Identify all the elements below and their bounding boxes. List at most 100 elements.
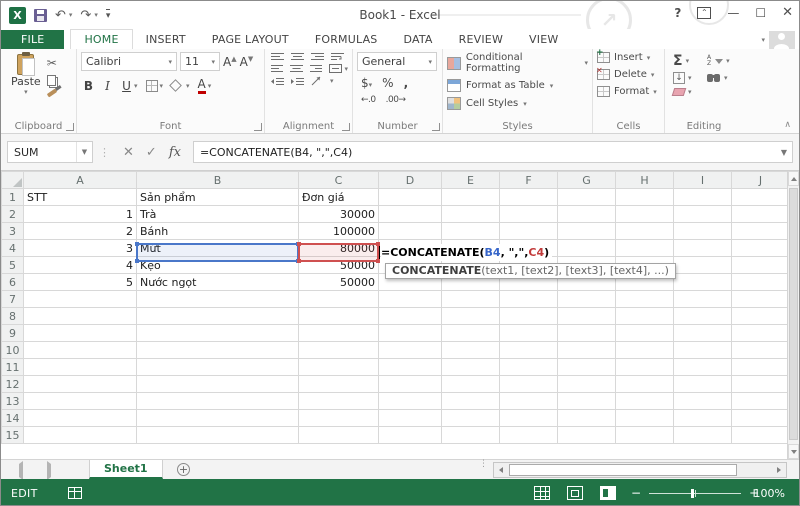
cell-F10[interactable] bbox=[500, 342, 558, 359]
orientation-icon[interactable] bbox=[311, 76, 323, 86]
increase-indent-icon[interactable] bbox=[291, 77, 304, 86]
tab-home[interactable]: HOME bbox=[70, 29, 132, 49]
cell-D11[interactable] bbox=[379, 359, 442, 376]
cell-I11[interactable] bbox=[674, 359, 732, 376]
cell-B12[interactable] bbox=[137, 376, 299, 393]
find-select-button[interactable]: ▾ bbox=[707, 72, 735, 84]
row-header-12[interactable]: 12 bbox=[2, 376, 24, 393]
cell-G10[interactable] bbox=[558, 342, 616, 359]
fill-color-icon[interactable] bbox=[169, 79, 182, 92]
scroll-left-icon[interactable] bbox=[494, 463, 508, 477]
tab-file[interactable]: FILE bbox=[1, 30, 64, 49]
cell-G15[interactable] bbox=[558, 427, 616, 444]
cell-G8[interactable] bbox=[558, 308, 616, 325]
increase-decimal-icon[interactable]: ←.0 bbox=[361, 95, 376, 105]
cell-F13[interactable] bbox=[500, 393, 558, 410]
tab-page-layout[interactable]: PAGE LAYOUT bbox=[199, 30, 302, 49]
cancel-icon[interactable]: ✕ bbox=[123, 145, 134, 160]
cell-I14[interactable] bbox=[674, 410, 732, 427]
column-header-F[interactable]: F bbox=[500, 172, 558, 189]
sign-in-dropdown-icon[interactable]: ▾ bbox=[761, 36, 765, 44]
align-top-icon[interactable] bbox=[271, 52, 284, 61]
normal-view-icon[interactable] bbox=[534, 486, 550, 500]
row-header-15[interactable]: 15 bbox=[2, 427, 24, 444]
cell-G1[interactable] bbox=[558, 189, 616, 206]
cell-G7[interactable] bbox=[558, 291, 616, 308]
cell-A12[interactable] bbox=[24, 376, 137, 393]
cell-E1[interactable] bbox=[442, 189, 500, 206]
cell-J13[interactable] bbox=[732, 393, 790, 410]
align-middle-icon[interactable] bbox=[291, 52, 304, 61]
cell-A5[interactable]: 4 bbox=[24, 257, 137, 274]
save-icon[interactable] bbox=[34, 9, 47, 22]
cell-B14[interactable] bbox=[137, 410, 299, 427]
cell-C15[interactable] bbox=[299, 427, 379, 444]
cell-B5[interactable]: Kẹo bbox=[137, 257, 299, 274]
cell-E3[interactable] bbox=[442, 223, 500, 240]
cell-I9[interactable] bbox=[674, 325, 732, 342]
underline-button[interactable]: U bbox=[121, 79, 132, 93]
user-avatar[interactable] bbox=[769, 31, 795, 49]
row-header-3[interactable]: 3 bbox=[2, 223, 24, 240]
row-header-1[interactable]: 1 bbox=[2, 189, 24, 206]
paste-button[interactable]: Paste ▾ bbox=[5, 52, 47, 98]
select-all-corner[interactable] bbox=[2, 172, 24, 189]
column-header-D[interactable]: D bbox=[379, 172, 442, 189]
cell-E15[interactable] bbox=[442, 427, 500, 444]
cell-I5[interactable] bbox=[674, 257, 732, 274]
cell-A14[interactable] bbox=[24, 410, 137, 427]
cell-F14[interactable] bbox=[500, 410, 558, 427]
cell-H11[interactable] bbox=[616, 359, 674, 376]
cell-E7[interactable] bbox=[442, 291, 500, 308]
comma-format-icon[interactable]: , bbox=[404, 76, 409, 90]
decrease-decimal-icon[interactable]: .00→ bbox=[386, 95, 406, 105]
cell-A8[interactable] bbox=[24, 308, 137, 325]
row-header-13[interactable]: 13 bbox=[2, 393, 24, 410]
row-header-7[interactable]: 7 bbox=[2, 291, 24, 308]
cell-B13[interactable] bbox=[137, 393, 299, 410]
row-header-2[interactable]: 2 bbox=[2, 206, 24, 223]
cell-I10[interactable] bbox=[674, 342, 732, 359]
autosum-button[interactable]: Σ▾ bbox=[673, 54, 697, 68]
cell-J14[interactable] bbox=[732, 410, 790, 427]
row-header-10[interactable]: 10 bbox=[2, 342, 24, 359]
zoom-out-icon[interactable]: − bbox=[631, 487, 641, 499]
row-header-4[interactable]: 4 bbox=[2, 240, 24, 257]
delete-cells-button[interactable]: Delete▾ bbox=[597, 69, 660, 80]
cell-G9[interactable] bbox=[558, 325, 616, 342]
excel-logo-icon[interactable]: X bbox=[9, 7, 26, 24]
row-header-14[interactable]: 14 bbox=[2, 410, 24, 427]
cell-J1[interactable] bbox=[732, 189, 790, 206]
merge-dropdown-icon[interactable]: ▾ bbox=[345, 65, 349, 73]
clear-button[interactable]: ▾ bbox=[673, 88, 697, 96]
row-header-5[interactable]: 5 bbox=[2, 257, 24, 274]
cell-H13[interactable] bbox=[616, 393, 674, 410]
cell-J10[interactable] bbox=[732, 342, 790, 359]
macro-record-icon[interactable] bbox=[68, 487, 82, 499]
cell-D10[interactable] bbox=[379, 342, 442, 359]
cell-A15[interactable] bbox=[24, 427, 137, 444]
scroll-right-icon[interactable] bbox=[772, 463, 786, 477]
cell-C4[interactable]: 80000 bbox=[299, 240, 379, 257]
row-header-8[interactable]: 8 bbox=[2, 308, 24, 325]
clipboard-dialog-launcher-icon[interactable] bbox=[66, 123, 74, 131]
font-size-select[interactable]: 11▾ bbox=[180, 52, 220, 71]
cell-J4[interactable] bbox=[732, 240, 790, 257]
font-name-select[interactable]: Calibri▾ bbox=[81, 52, 177, 71]
font-dialog-launcher-icon[interactable] bbox=[254, 123, 262, 131]
orientation-dropdown-icon[interactable]: ▾ bbox=[330, 77, 334, 85]
cell-B7[interactable] bbox=[137, 291, 299, 308]
borders-icon[interactable] bbox=[146, 80, 158, 92]
page-break-view-icon[interactable] bbox=[600, 486, 616, 500]
wrap-text-icon[interactable] bbox=[331, 52, 344, 61]
cell-J11[interactable] bbox=[732, 359, 790, 376]
cell-E14[interactable] bbox=[442, 410, 500, 427]
cell-A13[interactable] bbox=[24, 393, 137, 410]
tab-splitter-dots[interactable]: ⋮ bbox=[479, 461, 488, 467]
cell-I15[interactable] bbox=[674, 427, 732, 444]
cell-C13[interactable] bbox=[299, 393, 379, 410]
cell-C14[interactable] bbox=[299, 410, 379, 427]
borders-dropdown-icon[interactable]: ▾ bbox=[160, 82, 164, 90]
cell-G13[interactable] bbox=[558, 393, 616, 410]
cut-icon[interactable]: ✂ bbox=[47, 56, 57, 70]
